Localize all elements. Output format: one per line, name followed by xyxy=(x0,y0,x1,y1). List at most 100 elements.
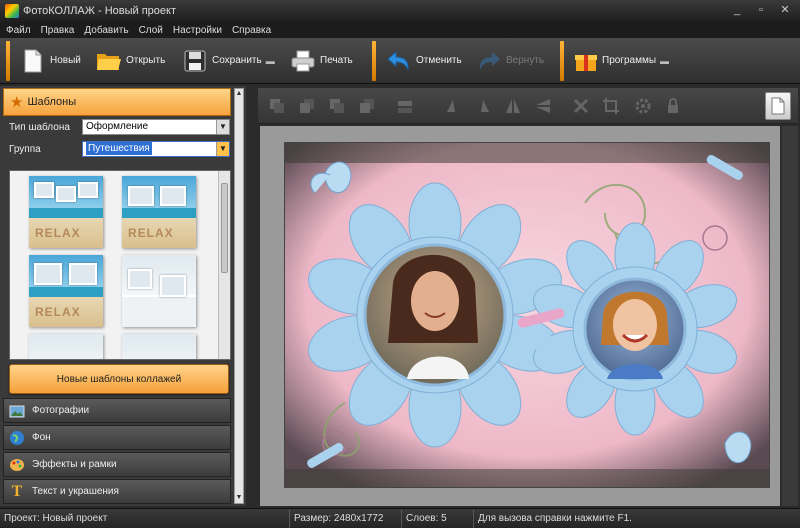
left-panel-scrollbar[interactable]: ▲ ▼ xyxy=(234,88,244,504)
app-window: ФотоКОЛЛАЖ - Новый проект _ ▫ ✕ Файл Пра… xyxy=(0,0,800,528)
bring-forward-icon[interactable] xyxy=(294,93,320,119)
template-thumbnail[interactable]: RELAX xyxy=(29,176,103,248)
redo-arrow-icon xyxy=(476,48,502,74)
background-section[interactable]: Фон xyxy=(3,425,231,450)
collage-canvas[interactable] xyxy=(284,142,770,488)
new-button[interactable]: Новый xyxy=(16,41,92,81)
app-logo-icon xyxy=(5,4,19,18)
floppy-disk-icon xyxy=(182,48,208,74)
text-label: Текст и украшения xyxy=(32,486,119,497)
print-label: Печать xyxy=(320,55,353,66)
rotate-right-icon[interactable] xyxy=(470,93,496,119)
programs-dropdown-icon[interactable]: ▬ xyxy=(660,56,669,66)
new-document-icon xyxy=(20,48,46,74)
thumb-text: RELAX xyxy=(35,305,81,319)
group-label: Группа xyxy=(9,144,41,155)
effects-section[interactable]: Эффекты и рамки xyxy=(3,452,231,477)
scroll-up-icon[interactable]: ▲ xyxy=(235,89,243,99)
status-project: Проект: Новый проект xyxy=(0,509,290,528)
new-templates-button[interactable]: Новые шаблоны коллажей xyxy=(9,364,229,394)
programs-button[interactable]: Программы ▬ xyxy=(570,41,670,81)
open-label: Открыть xyxy=(126,55,166,66)
menu-add[interactable]: Добавить xyxy=(84,25,128,36)
gear-icon[interactable] xyxy=(630,93,656,119)
open-button[interactable]: Открыть xyxy=(92,41,178,81)
status-size: Размер: 2480x1772 xyxy=(290,509,402,528)
left-panel: ★ Шаблоны Тип шаблона Оформление ▼ Групп… xyxy=(0,86,246,506)
crop-icon[interactable] xyxy=(598,93,624,119)
undo-label: Отменить xyxy=(416,55,462,66)
save-label: Сохранить xyxy=(212,55,262,66)
template-thumbnail[interactable]: RELAX xyxy=(29,255,103,327)
send-back-icon[interactable] xyxy=(354,93,380,119)
toolbar-separator xyxy=(372,40,376,81)
redo-button[interactable]: Вернуть xyxy=(472,41,554,81)
photos-section[interactable]: Фотографии xyxy=(3,398,231,423)
background-label: Фон xyxy=(32,432,51,443)
menu-settings[interactable]: Настройки xyxy=(173,25,222,36)
group-value: Путешествия xyxy=(86,142,152,155)
toolbar-separator xyxy=(6,40,10,81)
templates-gallery: RELAX RELAX RELAX xyxy=(9,170,231,360)
flip-horizontal-icon[interactable] xyxy=(500,93,526,119)
save-button[interactable]: Сохранить ▬ xyxy=(178,41,286,81)
template-thumbnail[interactable]: RELAX xyxy=(122,176,196,248)
template-type-select[interactable]: Оформление ▼ xyxy=(82,119,230,135)
edit-toolbar xyxy=(258,88,798,124)
text-section[interactable]: T Текст и украшения xyxy=(3,479,231,504)
canvas-scrollbar[interactable] xyxy=(782,126,798,506)
save-dropdown-icon[interactable]: ▬ xyxy=(266,56,275,66)
templates-title: Шаблоны xyxy=(27,96,77,108)
star-icon: ★ xyxy=(10,94,24,111)
gallery-scrollbar[interactable] xyxy=(218,171,230,359)
page-icon xyxy=(771,97,785,115)
template-type-value: Оформление xyxy=(86,121,149,132)
toolbar-separator xyxy=(560,40,564,81)
lock-icon[interactable] xyxy=(660,93,686,119)
template-thumbnail[interactable] xyxy=(29,334,103,359)
thumb-text: RELAX xyxy=(128,226,174,240)
print-button[interactable]: Печать xyxy=(286,41,366,81)
page-settings-button[interactable] xyxy=(765,92,791,120)
menu-file[interactable]: Файл xyxy=(6,25,31,36)
text-t-icon: T xyxy=(11,482,23,500)
undo-arrow-icon xyxy=(386,48,412,74)
chevron-down-icon[interactable]: ▼ xyxy=(216,120,229,134)
send-backward-icon[interactable] xyxy=(324,93,350,119)
canvas-area xyxy=(260,126,780,506)
printer-icon xyxy=(290,48,316,74)
align-icon[interactable] xyxy=(392,93,418,119)
scroll-down-icon[interactable]: ▼ xyxy=(235,493,243,503)
main-toolbar: Новый Открыть Сохранить ▬ Печать Отменит… xyxy=(0,38,800,84)
delete-icon[interactable] xyxy=(568,93,594,119)
globe-icon xyxy=(8,429,26,447)
group-select[interactable]: Путешествия ▼ xyxy=(82,141,230,157)
undo-button[interactable]: Отменить xyxy=(382,41,472,81)
menu-edit[interactable]: Правка xyxy=(41,25,75,36)
close-button[interactable]: ✕ xyxy=(774,2,796,18)
bring-front-icon[interactable] xyxy=(264,93,290,119)
templates-section-header[interactable]: ★ Шаблоны xyxy=(3,88,231,116)
maximize-button[interactable]: ▫ xyxy=(750,2,772,18)
template-thumbnail[interactable] xyxy=(122,255,196,327)
palette-icon xyxy=(8,456,26,474)
folder-icon xyxy=(96,48,122,74)
menu-help[interactable]: Справка xyxy=(232,25,271,36)
menu-bar: Файл Правка Добавить Слой Настройки Спра… xyxy=(0,22,800,38)
photos-label: Фотографии xyxy=(32,405,90,416)
photos-icon xyxy=(8,402,26,420)
minimize-button[interactable]: _ xyxy=(726,2,748,18)
title-bar: ФотоКОЛЛАЖ - Новый проект _ ▫ ✕ xyxy=(0,0,800,22)
rotate-left-icon[interactable] xyxy=(440,93,466,119)
template-thumbnail[interactable] xyxy=(122,334,196,359)
status-layers: Слоев: 5 xyxy=(402,509,474,528)
effects-label: Эффекты и рамки xyxy=(32,459,117,470)
new-label: Новый xyxy=(50,55,81,66)
menu-layer[interactable]: Слой xyxy=(139,25,163,36)
redo-label: Вернуть xyxy=(506,55,545,66)
chevron-down-icon[interactable]: ▼ xyxy=(216,142,229,156)
status-bar: Проект: Новый проект Размер: 2480x1772 С… xyxy=(0,508,800,528)
programs-label: Программы xyxy=(602,55,657,66)
flip-vertical-icon[interactable] xyxy=(530,93,556,119)
gift-box-icon xyxy=(574,48,598,74)
